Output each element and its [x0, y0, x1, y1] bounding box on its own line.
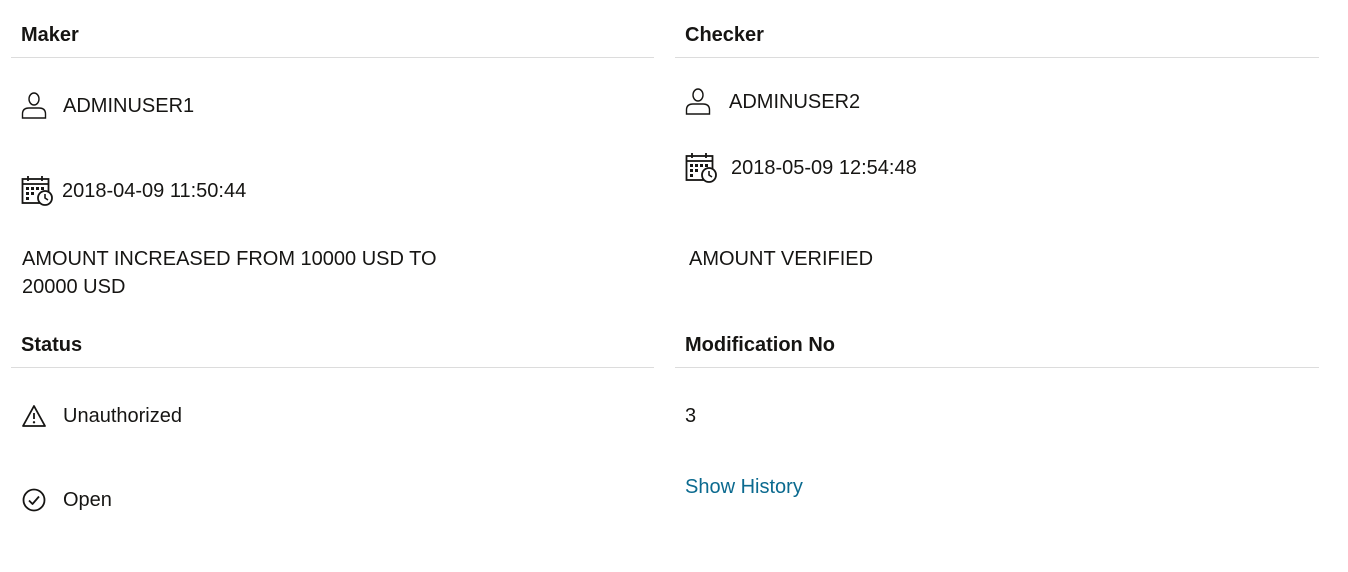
maker-user-row: ADMINUSER1 — [21, 92, 194, 120]
checker-user: ADMINUSER2 — [729, 91, 861, 113]
maker-title: Maker — [21, 24, 79, 46]
person-icon — [685, 88, 711, 116]
maker-remarks: AMOUNT INCREASED FROM 10000 USD TO 20000… — [22, 248, 437, 298]
checker-title: Checker — [685, 24, 764, 46]
modification-number: 3 — [685, 405, 697, 427]
checker-datetime-row: 2018-05-09 12:54:48 — [685, 152, 917, 183]
maker-datetime-row: 2018-04-09 11:50:44 — [21, 175, 246, 206]
checker-datetime: 2018-05-09 12:54:48 — [731, 156, 917, 179]
checker-divider — [675, 57, 1319, 58]
authorization-status-row: Unauthorized — [21, 404, 182, 428]
warning-triangle-icon — [21, 404, 47, 428]
person-icon — [21, 92, 47, 120]
record-status: Open — [63, 489, 112, 511]
status-title: Status — [21, 334, 83, 356]
checker-user-row: ADMINUSER2 — [685, 88, 860, 116]
calendar-clock-icon — [685, 152, 717, 183]
show-history-link[interactable]: Show History — [685, 475, 803, 499]
maker-datetime: 2018-04-09 11:50:44 — [62, 179, 247, 202]
check-circle-icon — [21, 487, 47, 513]
calendar-clock-icon — [21, 175, 53, 206]
maker-user: ADMINUSER1 — [63, 95, 195, 117]
modification-title: Modification No — [685, 334, 835, 356]
status-divider — [11, 367, 654, 368]
maker-divider — [11, 57, 654, 58]
authorization-status: Unauthorized — [63, 405, 182, 427]
record-status-row: Open — [21, 487, 112, 513]
checker-remarks: AMOUNT VERIFIED — [689, 248, 874, 270]
modification-divider — [675, 367, 1319, 368]
